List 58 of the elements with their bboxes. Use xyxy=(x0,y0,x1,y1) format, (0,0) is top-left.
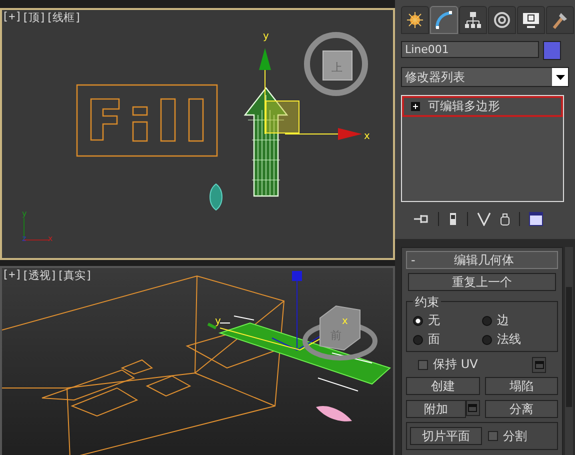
modify-tab[interactable] xyxy=(430,6,458,34)
pin-icon[interactable] xyxy=(413,212,429,226)
rollout-title: 编辑几何体 xyxy=(453,252,515,268)
axis-label: x xyxy=(342,316,348,327)
scrollbar[interactable] xyxy=(565,247,573,455)
move-gizmo-icon xyxy=(259,48,362,140)
modifier-label: 可编辑多边形 xyxy=(428,98,500,115)
target-icon xyxy=(492,10,512,30)
action-button[interactable]: 分离 xyxy=(484,400,558,418)
expand-icon[interactable] xyxy=(411,102,420,111)
viewport-label[interactable]: [+] xyxy=(2,268,22,283)
axis-label: y xyxy=(22,209,27,218)
object-color-swatch[interactable] xyxy=(543,41,561,60)
axis-label: y xyxy=(215,316,221,327)
viewport-label[interactable]: [透视] xyxy=(22,268,58,283)
fork-icon[interactable] xyxy=(477,212,491,226)
constraint-radio[interactable]: 面 xyxy=(413,331,482,348)
create-tab[interactable] xyxy=(401,6,429,34)
viewport-label[interactable]: [顶] xyxy=(22,10,46,25)
preserve-uv-checkbox[interactable]: 保持 UV xyxy=(418,356,478,373)
sun-icon xyxy=(405,10,425,30)
utilities-tab[interactable] xyxy=(546,6,574,34)
axis-label: z xyxy=(22,234,26,243)
split-checkbox[interactable]: 分割 xyxy=(488,428,527,444)
axis-label: y xyxy=(263,31,269,42)
monitor-icon xyxy=(521,10,541,30)
display-tab[interactable] xyxy=(517,6,545,34)
modifier-stack-item[interactable]: 可编辑多边形 xyxy=(402,96,563,117)
hierarchy-icon xyxy=(463,10,483,30)
repeat-last-button[interactable]: 重复上一个 xyxy=(408,273,556,291)
viewport-label[interactable]: [线框] xyxy=(46,10,82,25)
caret-icon xyxy=(556,74,564,80)
axis-label: x xyxy=(364,131,370,142)
action-button[interactable]: 创建 xyxy=(406,377,480,395)
object-name-field[interactable]: Line001 xyxy=(401,41,539,58)
constraint-radio[interactable]: 无 xyxy=(413,312,482,329)
hierarchy-tab[interactable] xyxy=(459,6,487,34)
rollout-header[interactable]: - 编辑几何体 xyxy=(406,251,558,269)
viewcube-drawing xyxy=(304,32,368,96)
attach-button[interactable]: 附加 xyxy=(406,400,466,418)
curve-icon xyxy=(434,10,454,30)
modifier-list-dropdown[interactable]: 修改器列表 xyxy=(401,67,569,87)
viewport-label[interactable]: [+] xyxy=(2,10,22,25)
axis-label: x xyxy=(48,234,53,243)
motion-tab[interactable] xyxy=(488,6,516,34)
viewport-label[interactable]: [真实] xyxy=(57,268,92,283)
window-icon[interactable] xyxy=(529,212,543,226)
axis-tripod-icon xyxy=(24,218,50,240)
leaf-mesh-icon xyxy=(210,184,222,210)
hammer-icon xyxy=(550,10,570,30)
constraint-radio[interactable]: 法线 xyxy=(482,331,551,348)
action-button[interactable]: 塌陷 xyxy=(484,377,558,395)
petal-mesh-icon xyxy=(316,406,352,422)
slice-plane-button[interactable]: 切片平面 xyxy=(410,427,482,445)
constraint-radio[interactable]: 边 xyxy=(482,312,551,329)
rollout-toggle[interactable]: - xyxy=(407,253,431,267)
lock-icon[interactable] xyxy=(500,212,510,226)
bar-icon[interactable] xyxy=(448,212,458,226)
